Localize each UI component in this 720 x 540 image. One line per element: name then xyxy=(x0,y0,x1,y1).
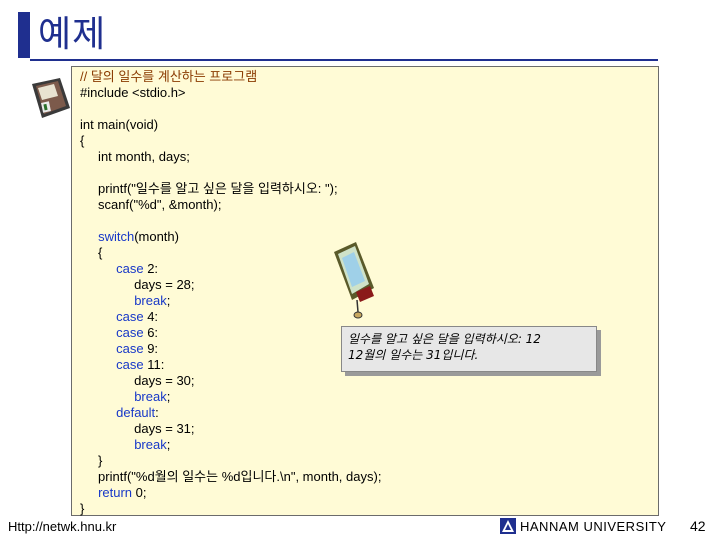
code-line: #include <stdio.h> xyxy=(80,85,381,101)
code-token: ; xyxy=(166,389,171,404)
code-line: printf("%d월의 일수는 %d입니다.\n", month, days)… xyxy=(80,469,381,485)
code-line: break; xyxy=(80,389,381,405)
code-token: default xyxy=(116,405,156,420)
code-token: int month, days; xyxy=(80,149,190,164)
code-token: 2: xyxy=(143,261,159,276)
code-token: (month) xyxy=(134,229,179,244)
code-token: case xyxy=(116,309,144,324)
code-token: #include <stdio.h> xyxy=(80,85,186,100)
code-line: int month, days; xyxy=(80,149,381,165)
footer-url[interactable]: Http://netwk.hnu.kr xyxy=(8,519,116,534)
code-token: // 달의 일수를 계산하는 프로그램 xyxy=(80,69,258,84)
university-logo-icon xyxy=(500,518,516,538)
monitor-icon xyxy=(330,240,376,324)
output-line-1: 일수를 알고 싶은 달을 입력하시오: 12 xyxy=(348,332,541,346)
code-token: scanf("%d", &month); xyxy=(80,197,222,212)
code-token: days = 30; xyxy=(80,373,195,388)
code-line: default: xyxy=(80,405,381,421)
code-token: 4: xyxy=(143,309,159,324)
code-line: { xyxy=(80,133,381,149)
code-line: int main(void) xyxy=(80,117,381,133)
code-line: days = 31; xyxy=(80,421,381,437)
code-line: case 9: xyxy=(80,341,381,357)
code-line: } xyxy=(80,453,381,469)
code-line: return 0; xyxy=(80,485,381,501)
code-token: int main(void) xyxy=(80,117,159,132)
page-number: 42 xyxy=(690,518,706,534)
code-token: case xyxy=(116,341,144,356)
code-token: case xyxy=(116,357,144,372)
code-token: { xyxy=(80,245,103,260)
slide-title: 예제 xyxy=(38,14,107,55)
code-token: printf("일수를 알고 싶은 달을 입력하시오: "); xyxy=(80,181,338,196)
code-token: case xyxy=(116,261,144,276)
title-underline xyxy=(30,59,658,61)
code-token: ; xyxy=(166,437,171,452)
code-token: break xyxy=(134,389,167,404)
code-token: 11: xyxy=(143,357,165,372)
code-token: printf("%d월의 일수는 %d입니다.\n", month, days)… xyxy=(80,469,382,484)
code-token: 6: xyxy=(143,325,159,340)
code-token: } xyxy=(80,501,85,516)
code-token: days = 28; xyxy=(80,277,195,292)
output-line-2: 12월의 일수는 31입니다. xyxy=(348,348,479,362)
title-accent-bar xyxy=(18,12,30,58)
code-token: case xyxy=(116,325,144,340)
code-token: break xyxy=(134,293,167,308)
code-line: // 달의 일수를 계산하는 프로그램 xyxy=(80,69,381,85)
code-token: return xyxy=(98,485,133,500)
code-line: case 11: xyxy=(80,357,381,373)
code-line: break; xyxy=(80,437,381,453)
code-token: switch xyxy=(98,229,135,244)
footer-university: HANNAM UNIVERSITY xyxy=(520,519,667,534)
code-line: case 6: xyxy=(80,325,381,341)
code-line: days = 30; xyxy=(80,373,381,389)
code-line: printf("일수를 알고 싶은 달을 입력하시오: "); xyxy=(80,181,381,197)
code-token: } xyxy=(80,453,103,468)
code-line: scanf("%d", &month); xyxy=(80,197,381,213)
code-token: ; xyxy=(166,293,171,308)
console-output: 일수를 알고 싶은 달을 입력하시오: 12 12월의 일수는 31입니다. xyxy=(341,326,597,372)
code-token: break xyxy=(134,437,167,452)
code-token: 0; xyxy=(132,485,147,500)
code-token: : xyxy=(155,405,159,420)
code-token: days = 31; xyxy=(80,421,195,436)
floppy-disk-icon xyxy=(30,76,72,124)
code-line: } xyxy=(80,501,381,517)
code-token: { xyxy=(80,133,85,148)
code-token: 9: xyxy=(143,341,159,356)
